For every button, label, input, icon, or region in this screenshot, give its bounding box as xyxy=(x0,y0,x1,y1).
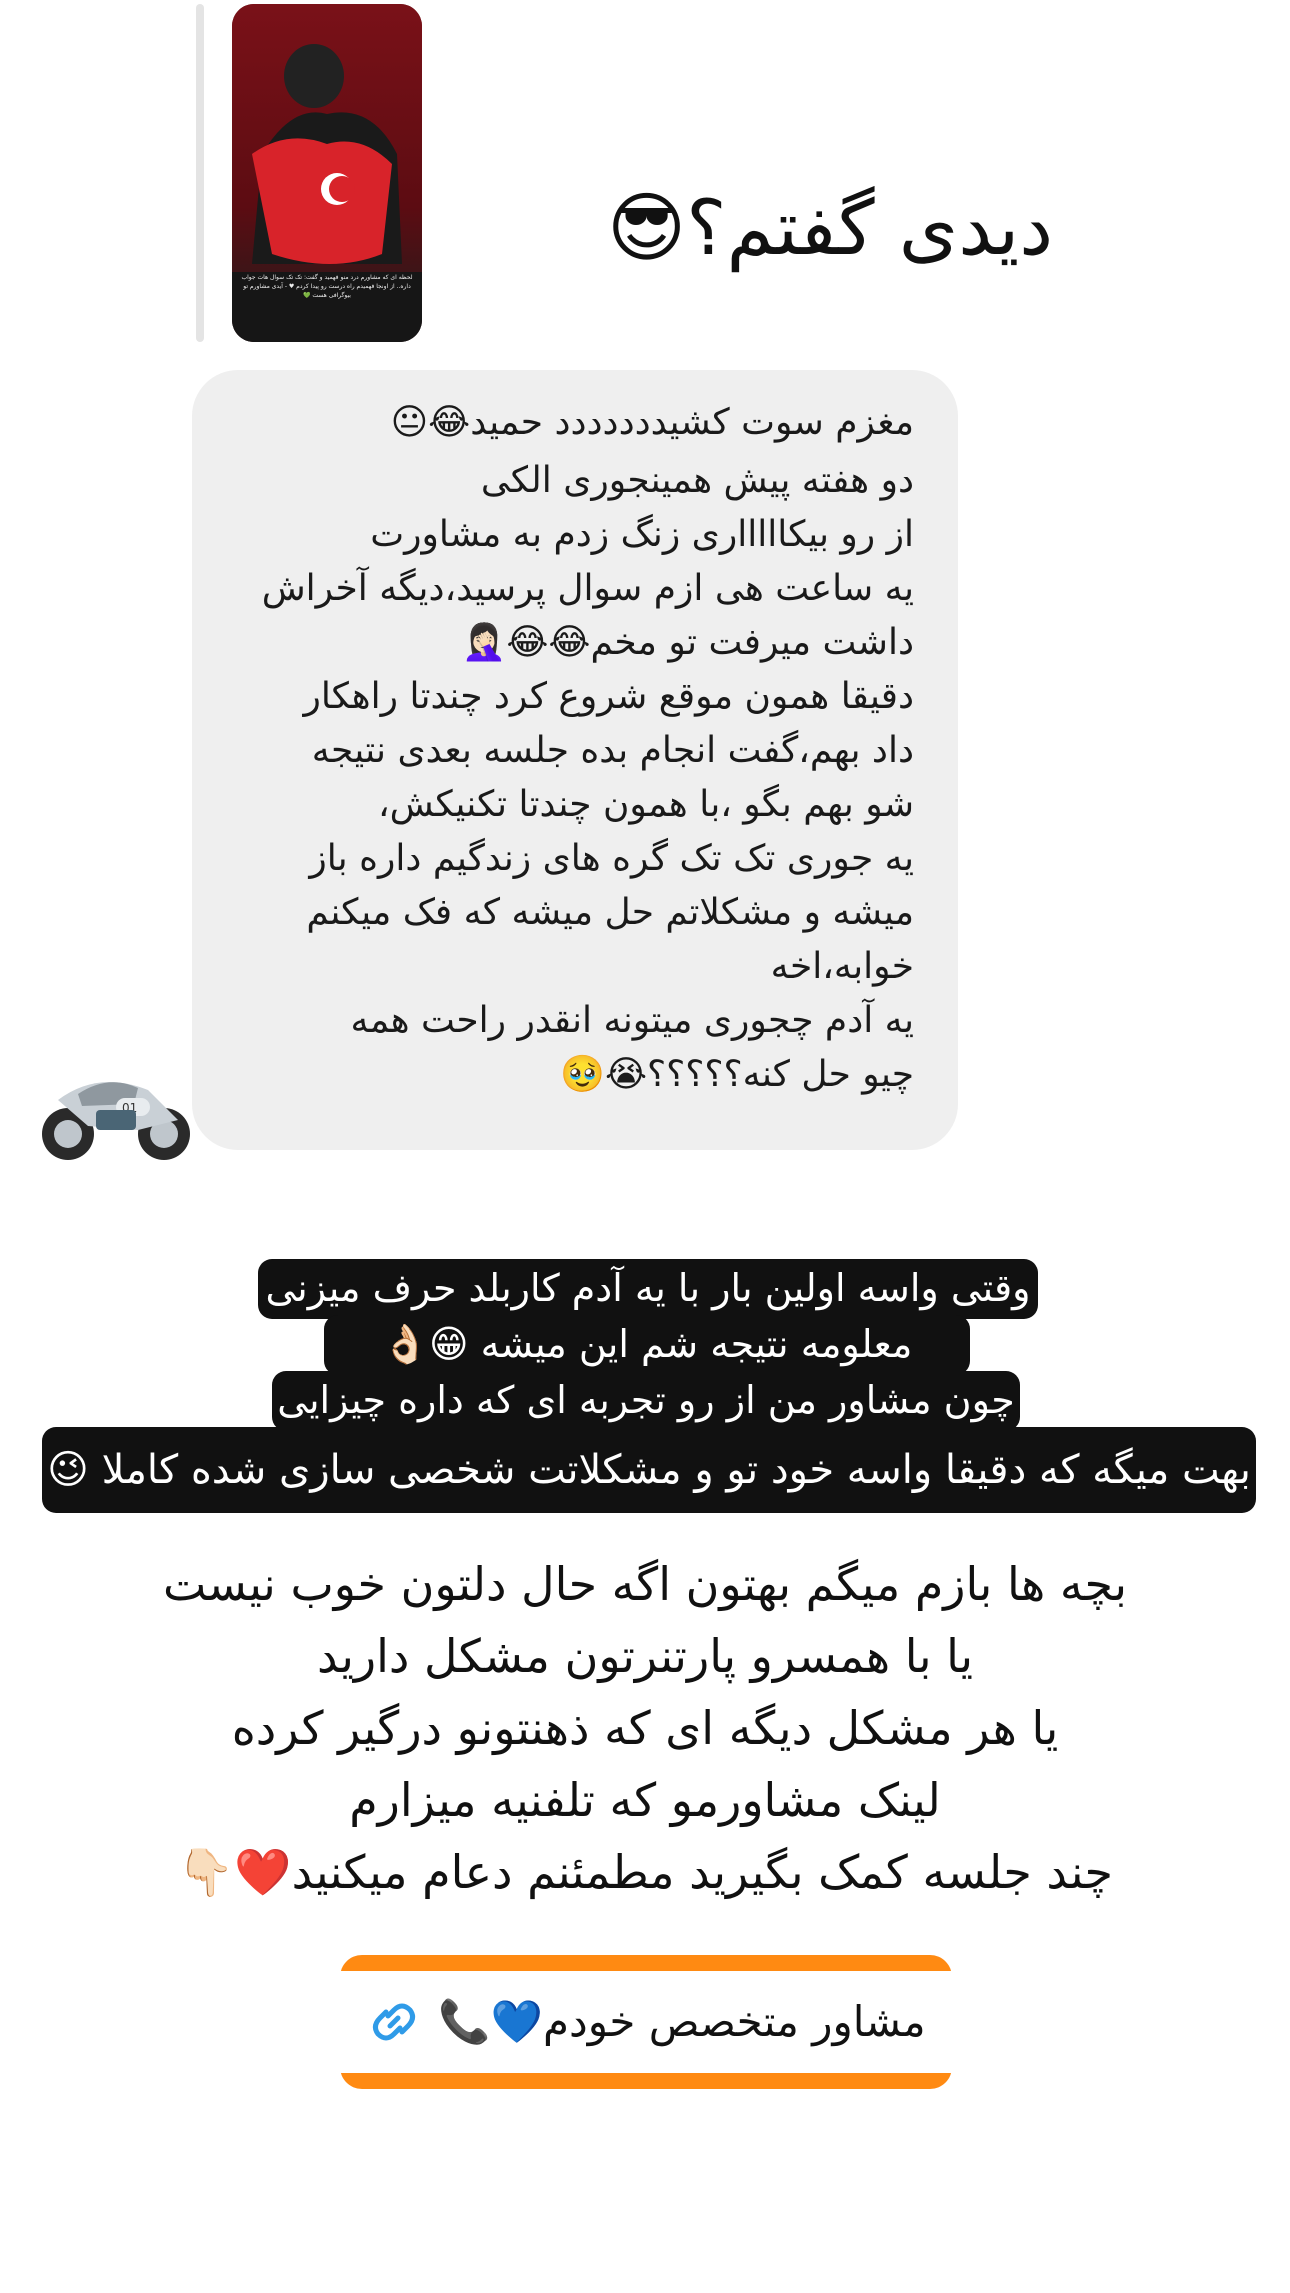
caption-line: چون مشاور من از رو تجربه ای که داره چیزا… xyxy=(272,1371,1020,1431)
message-line: دو هفته پیش همینجوری الکی xyxy=(480,460,914,501)
body-line: لینک مشاورمو که تلفنیه میزارم xyxy=(349,1773,941,1827)
caption-line: وقتی واسه اولین بار با یه آدم کاربلد حرف… xyxy=(258,1259,1038,1319)
message-line: چیو حل کنه؟؟؟؟؟😭🥹 xyxy=(560,1054,914,1095)
body-line: چند جلسه کمک بگیرید مطمئنم دعام میکنید❤️… xyxy=(177,1845,1113,1899)
message-bubble[interactable]: مغزم سوت کشیددددددد حمید😂😐 دو هفته پیش ه… xyxy=(192,370,958,1150)
link-icon xyxy=(373,2003,416,2041)
reply-quote-bar xyxy=(196,4,204,342)
reply-text: دیدی گفتم؟😎 xyxy=(606,183,1054,272)
message-line: یه آدم چجوری میتونه انقدر راحت همه xyxy=(350,1000,914,1041)
body-line: بچه ها بازم میگم بهتون اگه حال دلتون خوب… xyxy=(162,1557,1128,1611)
message-line: یه ساعت هی ازم سوال پرسید،دیگه آخراش xyxy=(261,568,914,609)
caption-line: بهت میگه که دقیقا واسه خود تو و مشکلاتت … xyxy=(42,1427,1256,1513)
message-line: داد بهم،گفت انجام بده جلسه بعدی نتیجه xyxy=(311,730,914,771)
motorcycle-avatar-icon[interactable]: 01 xyxy=(38,1060,194,1164)
message-body: مغزم سوت کشیددددددد حمید😂😐 دو هفته پیش ه… xyxy=(262,396,914,1102)
message-line: یه جوری تک تک گره های زندگیم داره باز xyxy=(309,838,914,879)
message-line: داشت میرفت تو مخم😂😂🤦🏻‍♀️ xyxy=(461,622,915,663)
link-sticker-inner[interactable]: مشاور متخصص خودم💙📞 xyxy=(340,1971,952,2073)
message-line: مغزم سوت کشیددددددد حمید😂😐 xyxy=(390,402,914,443)
body-line: یا با همسرو پارتنرتون مشکل دارید xyxy=(316,1629,974,1683)
message-line: دقیقا همون موقع شروع کرد چندتا راهکار xyxy=(303,676,914,717)
message-line: میشه و مشکلاتم حل میشه که فک میکنم xyxy=(306,892,914,933)
link-sticker-label[interactable]: مشاور متخصص خودم💙📞 xyxy=(438,1997,925,2047)
story-body-text: بچه ها بازم میگم بهتون اگه حال دلتون خوب… xyxy=(0,1548,1290,1908)
link-sticker[interactable]: مشاور متخصص خودم💙📞 xyxy=(340,1955,952,2089)
message-line: خوابه،اخه xyxy=(770,946,914,987)
story-caption: لحظه ای که مشاورم درد منو فهمید و گفت: ت… xyxy=(241,274,413,299)
story-thumbnail[interactable]: لحظه ای که مشاورم درد منو فهمید و گفت: ت… xyxy=(232,4,422,342)
message-line: از رو بیکاااااری زنگ زدم به مشاورت xyxy=(370,514,914,555)
body-line: یا هر مشکل دیگه ای که ذهنتونو درگیر کرده xyxy=(231,1701,1059,1755)
message-line: شو بهم بگو ،با همون چندتا تکنیکش، xyxy=(378,784,914,825)
caption-line: معلومه نتیجه شم این میشه 😁👌🏻 xyxy=(324,1315,970,1375)
